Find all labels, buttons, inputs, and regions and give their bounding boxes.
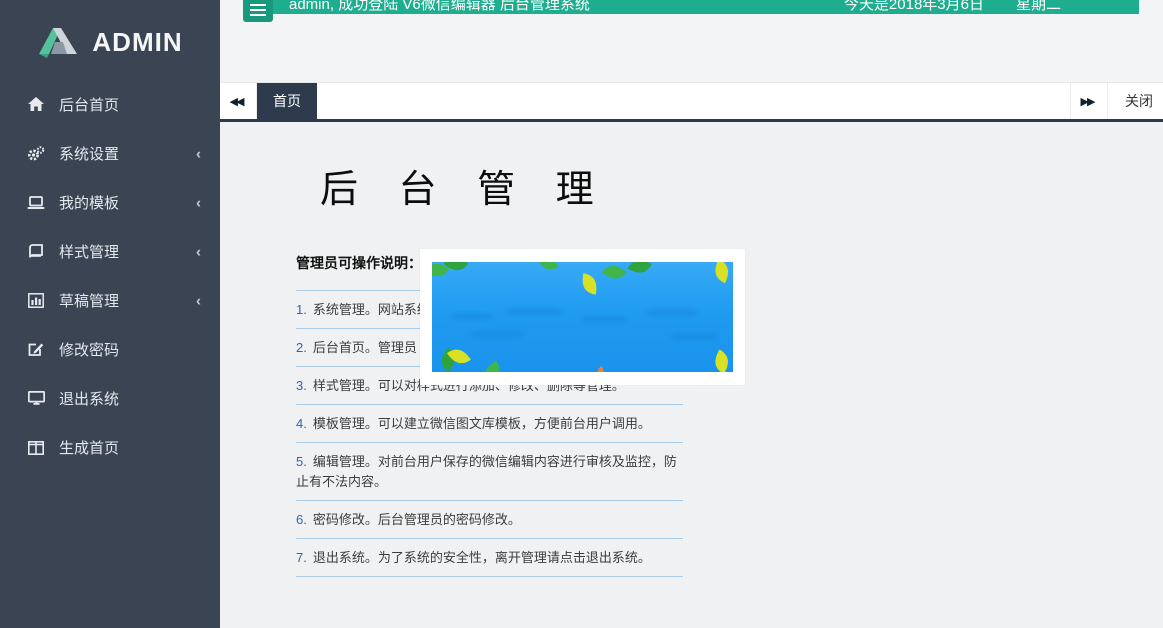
item-number: 1. (296, 302, 307, 317)
tab-bar: ◀◀ 首页 ▶▶ 关闭 (220, 82, 1163, 122)
item-number: 6. (296, 512, 307, 527)
app-logo-text: ADMIN (92, 27, 182, 58)
admin-logo-icon (37, 24, 83, 60)
instruction-item: 4. 模板管理。可以建立微信图文库模板，方便前台用户调用。 (296, 405, 683, 443)
instruction-item: 6. 密码修改。后台管理员的密码修改。 (296, 501, 683, 539)
tab-home[interactable]: 首页 (257, 83, 317, 119)
sidebar-item-label: 后台首页 (59, 94, 119, 115)
item-text: 模板管理。可以建立微信图文库模板，方便前台用户调用。 (313, 416, 651, 431)
sidebar: ADMIN 后台首页 系统设置 ‹ (0, 0, 220, 628)
sidebar-item-label: 我的模板 (59, 192, 119, 213)
weekday-text: 星期二 (1016, 0, 1061, 14)
sidebar-item-label: 草稿管理 (59, 290, 119, 311)
welcome-text: admin, 成功登陆 V6微信编辑器 后台管理系统 (289, 0, 590, 14)
tabs-scroll-right-button[interactable]: ▶▶ (1070, 83, 1107, 119)
main-content: 后 台 管 理 管理员可操作说明： 1.系统管理。网站系统 2.后台首页。管理员… (220, 125, 1163, 628)
monitor-icon (26, 391, 46, 407)
book-icon (26, 244, 46, 260)
instruction-item: 7. 退出系统。为了系统的安全性，离开管理请点击退出系统。 (296, 539, 683, 577)
item-number: 7. (296, 550, 307, 565)
top-navbar: admin, 成功登陆 V6微信编辑器 后台管理系统 今天是2018年3月6日 … (243, 0, 1139, 14)
sidebar-item-draft-management[interactable]: 草稿管理 ‹ (0, 276, 220, 325)
blue-leaves-banner-image (432, 262, 733, 372)
close-tabs-button[interactable]: 关闭 (1107, 83, 1163, 119)
gears-icon (26, 146, 46, 162)
item-text: 编辑管理。对前台用户保存的微信编辑内容进行审核及监控，防止有不法内容。 (296, 454, 677, 489)
item-text: 系统管理。网站系统 (313, 302, 430, 317)
item-number: 5. (296, 454, 307, 469)
sidebar-item-label: 生成首页 (59, 437, 119, 458)
tabbar-spacer (317, 83, 1070, 119)
sidebar-item-home[interactable]: 后台首页 (0, 80, 220, 129)
floating-preview-image[interactable] (420, 249, 745, 385)
edit-icon (26, 342, 46, 358)
hamburger-icon (250, 4, 266, 6)
bar-chart-icon (26, 293, 46, 309)
item-text: 密码修改。后台管理员的密码修改。 (313, 512, 521, 527)
menu-toggle-button[interactable] (243, 0, 273, 22)
sidebar-item-logout[interactable]: 退出系统 (0, 374, 220, 423)
sidebar-item-label: 修改密码 (59, 339, 119, 360)
sidebar-item-label: 系统设置 (59, 143, 119, 164)
chevron-left-icon: ‹ (196, 293, 201, 308)
chevron-left-icon: ‹ (196, 146, 201, 161)
date-text: 今天是2018年3月6日 (844, 0, 984, 14)
chevron-left-icon: ‹ (196, 195, 201, 210)
item-text: 退出系统。为了系统的安全性，离开管理请点击退出系统。 (313, 550, 651, 565)
instruction-item: 5.编辑管理。对前台用户保存的微信编辑内容进行审核及监控，防止有不法内容。 (296, 443, 683, 501)
item-text: 后台首页。管理员 (313, 340, 417, 355)
sidebar-item-generate-homepage[interactable]: 生成首页 (0, 423, 220, 472)
home-icon (26, 97, 46, 113)
item-number: 2. (296, 340, 307, 355)
sidebar-item-my-templates[interactable]: 我的模板 ‹ (0, 178, 220, 227)
tabs-scroll-left-button[interactable]: ◀◀ (220, 83, 257, 119)
columns-icon (26, 440, 46, 456)
sidebar-menu: 后台首页 系统设置 ‹ 我的模板 ‹ (0, 80, 220, 472)
sidebar-item-system-settings[interactable]: 系统设置 ‹ (0, 129, 220, 178)
item-number: 4. (296, 416, 307, 431)
sidebar-item-style-management[interactable]: 样式管理 ‹ (0, 227, 220, 276)
sidebar-item-label: 样式管理 (59, 241, 119, 262)
laptop-icon (26, 195, 46, 211)
sidebar-item-change-password[interactable]: 修改密码 (0, 325, 220, 374)
sidebar-item-label: 退出系统 (59, 388, 119, 409)
chevron-left-icon: ‹ (196, 244, 201, 259)
item-number: 3. (296, 378, 307, 393)
app-logo: ADMIN (0, 0, 220, 78)
page-title: 后 台 管 理 (320, 158, 609, 213)
